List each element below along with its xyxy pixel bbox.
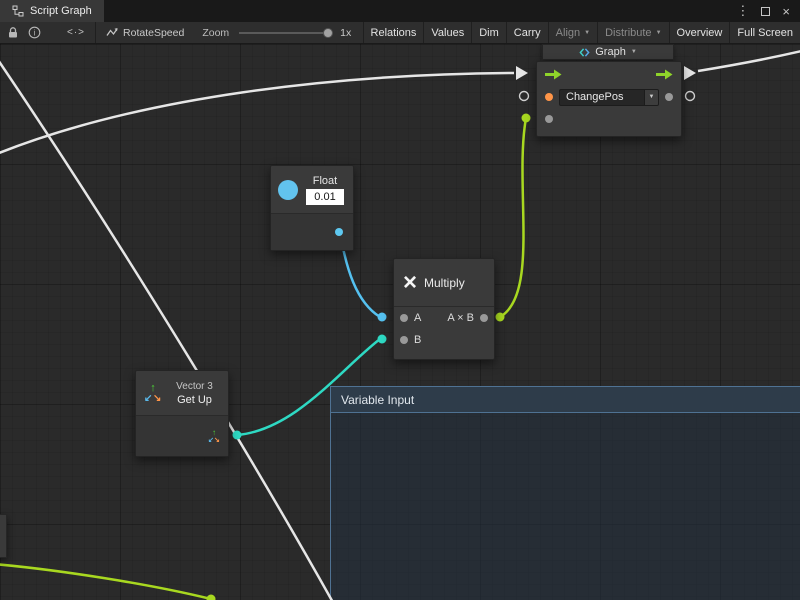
vector3-get-up-node[interactable]: ↑ ↙ ↘ Vector 3 Get Up ↑ ↙ ↘ xyxy=(135,370,229,457)
tab-script-graph[interactable]: Script Graph xyxy=(0,0,104,22)
vector3-node-header: ↑ ↙ ↘ Vector 3 Get Up xyxy=(136,371,228,416)
variable-dropdown[interactable]: ChangePos ▼ xyxy=(559,89,659,106)
group-variable-input[interactable]: Variable Input xyxy=(330,386,800,600)
zoom-slider[interactable] xyxy=(239,27,333,39)
tab-label: Script Graph xyxy=(30,5,92,17)
flow-out-green-arrow-icon[interactable] xyxy=(656,69,673,80)
zoom-label: Zoom xyxy=(202,27,229,39)
maximize-icon[interactable] xyxy=(761,7,770,16)
lock-icon[interactable] xyxy=(7,26,19,39)
variable-row: ChangePos ▼ xyxy=(537,86,681,108)
multiply-icon: × xyxy=(403,271,417,295)
carry-button[interactable]: Carry xyxy=(506,22,548,43)
graph-breadcrumb[interactable]: Graph ▼ xyxy=(542,44,674,60)
toolbar-divider xyxy=(95,22,96,43)
graph-name: RotateSpeed xyxy=(106,27,184,39)
vector3-type-label: Vector 3 xyxy=(176,381,213,392)
full-screen-button[interactable]: Full Screen xyxy=(729,22,800,43)
output-port-icon[interactable] xyxy=(480,314,488,322)
float-node-header: Float 0.01 xyxy=(271,166,353,214)
values-button[interactable]: Values xyxy=(423,22,471,43)
chevron-down-icon: ▼ xyxy=(584,30,590,36)
chevron-down-icon: ▼ xyxy=(656,30,662,36)
zoom-slider-track xyxy=(239,32,333,34)
align-button[interactable]: Align ▼ xyxy=(548,22,597,43)
input-a-port-icon[interactable] xyxy=(400,314,408,322)
flow-in-green-arrow-icon[interactable] xyxy=(545,69,562,80)
float-type-icon xyxy=(278,180,298,200)
float-node-ports xyxy=(271,214,353,250)
vector3-node-title: Get Up xyxy=(177,394,212,406)
zoom-value: 1x xyxy=(340,27,351,39)
input-b-label: B xyxy=(414,334,421,346)
multiply-node[interactable]: × Multiply A A × B B xyxy=(393,258,495,360)
value-row xyxy=(537,108,681,130)
group-title: Variable Input xyxy=(341,393,414,407)
input-b-port-icon[interactable] xyxy=(400,336,408,344)
script-graph-icon xyxy=(12,5,24,17)
distribute-button[interactable]: Distribute ▼ xyxy=(597,22,668,43)
code-icon[interactable]: <·> xyxy=(67,27,85,38)
vector3-icon: ↑ ↙ ↘ xyxy=(144,383,162,404)
overview-button[interactable]: Overview xyxy=(669,22,730,43)
svg-text:i: i xyxy=(34,28,36,37)
graph-breadcrumb-label: Graph xyxy=(595,46,626,58)
graph-name-label: RotateSpeed xyxy=(123,27,184,39)
float-node-title: Float xyxy=(313,175,337,187)
chevron-down-icon[interactable]: ▼ xyxy=(644,90,658,105)
zoom-slider-knob[interactable] xyxy=(323,28,333,38)
float-node[interactable]: Float 0.01 xyxy=(270,165,354,251)
script-graph-window: Variable Input xyxy=(0,0,800,600)
flow-graph-icon xyxy=(106,27,118,38)
variable-name: ChangePos xyxy=(560,91,644,103)
set-variable-node[interactable]: ChangePos ▼ xyxy=(536,61,682,137)
chevron-down-icon: ▼ xyxy=(631,49,637,55)
flow-row xyxy=(537,62,681,86)
dim-button[interactable]: Dim xyxy=(471,22,506,43)
relations-button[interactable]: Relations xyxy=(363,22,424,43)
info-icon[interactable]: i xyxy=(28,26,41,39)
multiply-row-b: B xyxy=(394,329,494,351)
offscreen-node[interactable] xyxy=(0,514,7,558)
kebab-menu-icon[interactable]: ⋮ xyxy=(736,3,749,19)
float-value-input[interactable]: 0.01 xyxy=(306,189,344,205)
group-header[interactable]: Variable Input xyxy=(331,387,800,413)
graph-toolbar: i <·> RotateSpeed Zoom 1x Relations Valu… xyxy=(0,22,800,44)
close-icon[interactable]: × xyxy=(782,4,790,19)
toolbar-buttons: Relations Values Dim Carry Align ▼ Distr… xyxy=(363,22,800,43)
multiply-node-header: × Multiply xyxy=(394,259,494,307)
value-port-icon[interactable] xyxy=(545,115,553,123)
output-label: A × B xyxy=(447,312,474,324)
vector3-output-port-icon[interactable]: ↑ ↙ ↘ xyxy=(208,429,220,444)
float-output-port-icon[interactable] xyxy=(335,228,343,236)
multiply-row-a: A A × B xyxy=(394,307,494,329)
multiply-node-title: Multiply xyxy=(424,276,465,290)
input-a-label: A xyxy=(414,312,421,324)
vector3-node-ports: ↑ ↙ ↘ xyxy=(136,416,228,456)
graph-icon xyxy=(579,47,590,58)
variable-port-icon[interactable] xyxy=(545,93,553,101)
output-port-icon[interactable] xyxy=(665,93,673,101)
title-bar: Script Graph ⋮ × xyxy=(0,0,800,22)
